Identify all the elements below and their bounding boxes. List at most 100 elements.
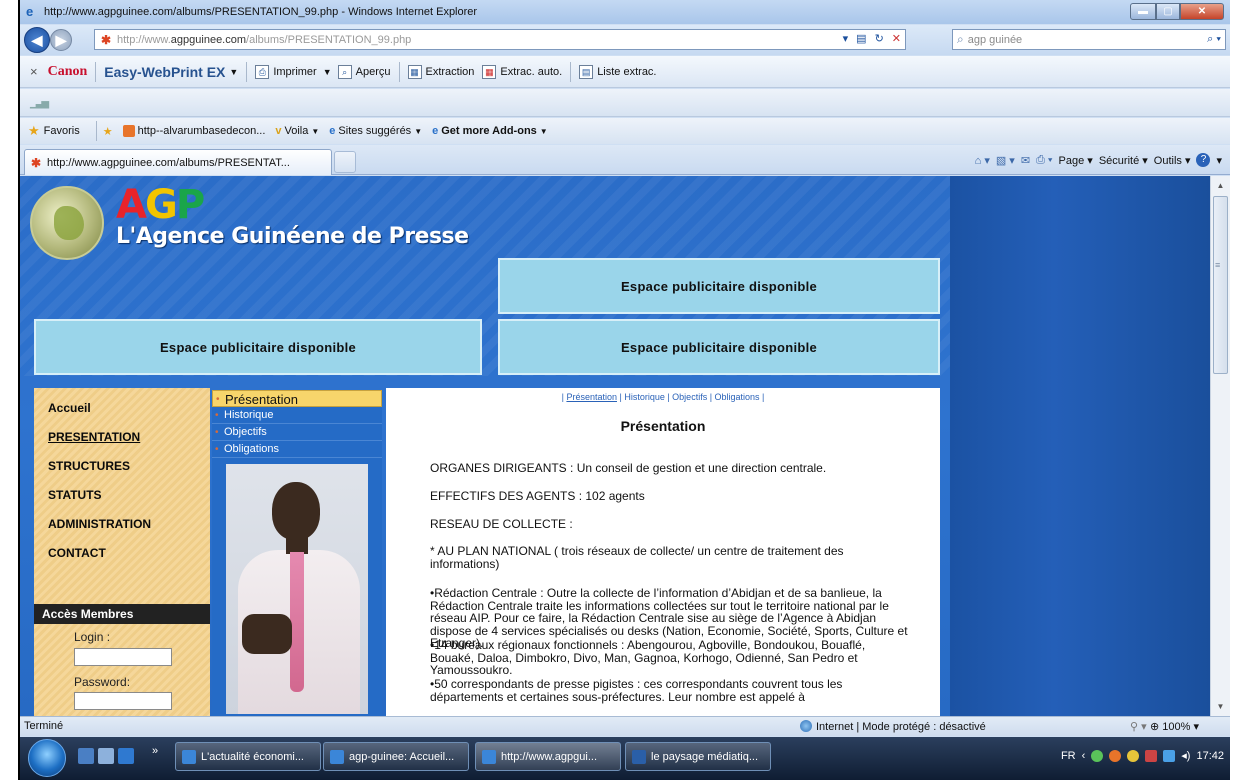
- login-input[interactable]: [74, 648, 172, 666]
- liste-extrac-button[interactable]: ▤ Liste extrac.: [579, 64, 657, 79]
- bullet-icon: •: [215, 444, 219, 455]
- show-desktop-icon[interactable]: [78, 748, 94, 764]
- menu-item-contact[interactable]: CONTACT: [34, 539, 210, 568]
- breadcrumb-links[interactable]: | Historique | Objectifs | Obligations |: [617, 392, 764, 402]
- search-icon[interactable]: ⌕ ▾: [1207, 33, 1221, 46]
- close-button[interactable]: ✕: [1180, 3, 1224, 20]
- logo-letter-g: G: [144, 182, 178, 228]
- help-icon[interactable]: ?: [1196, 153, 1211, 167]
- title-bar: e http://www.agpguinee.com/albums/PRESEN…: [20, 0, 1230, 24]
- logo-letter-p: P: [175, 182, 205, 228]
- imprimer-button[interactable]: ⎙ Imprimer: [255, 64, 317, 79]
- page-icon: [122, 125, 135, 137]
- vertical-scrollbar[interactable]: ▲ ≡ ▼: [1210, 176, 1230, 716]
- maximize-button[interactable]: ▢: [1156, 3, 1180, 20]
- logo-letter-a: A: [116, 182, 147, 228]
- scroll-up-arrow-icon[interactable]: ▲: [1213, 178, 1228, 193]
- menu-item-administration[interactable]: ADMINISTRATION: [34, 510, 210, 539]
- scroll-down-arrow-icon[interactable]: ▼: [1213, 699, 1228, 714]
- taskbar-button-3[interactable]: http://www.agpgui...: [475, 742, 621, 771]
- ad-banner-left[interactable]: Espace publicitaire disponible: [34, 319, 482, 375]
- add-favorite-icon[interactable]: ★: [103, 125, 113, 138]
- forward-button[interactable]: ▶: [50, 29, 72, 51]
- new-tab-button[interactable]: [334, 151, 356, 173]
- separator: [246, 61, 248, 82]
- favorite-item-1[interactable]: http--alvarumbasedecon...: [122, 125, 265, 137]
- scroll-thumb[interactable]: [1213, 196, 1228, 374]
- chevron-down-icon[interactable]: ▼: [323, 67, 332, 77]
- search-input[interactable]: [967, 33, 1188, 46]
- taskbar-button-2[interactable]: agp-guinee: Accueil...: [323, 742, 469, 771]
- ad-banner-right[interactable]: Espace publicitaire disponible: [498, 319, 940, 375]
- taskbar-button-4[interactable]: le paysage médiatiq...: [625, 742, 771, 771]
- favorite-item-sites[interactable]: e Sites suggérés ▼: [329, 125, 422, 137]
- sub-menu: • Présentation • Historique • Objectifs • Ob…: [212, 390, 382, 716]
- volume-icon[interactable]: ◂): [1181, 749, 1190, 762]
- tray-app-icon[interactable]: [1127, 749, 1140, 762]
- favorites-button[interactable]: Favoris: [44, 125, 80, 137]
- chevron-down-icon[interactable]: ▼: [229, 67, 238, 77]
- favorite-item-voila[interactable]: v Voila ▼: [275, 125, 319, 137]
- login-label: Login :: [74, 630, 111, 644]
- submenu-presentation[interactable]: • Présentation: [212, 390, 382, 407]
- back-button[interactable]: ◀: [24, 27, 50, 53]
- outils-menu[interactable]: Outils ▾: [1154, 154, 1191, 167]
- print-icon[interactable]: ⎙ ▾: [1036, 154, 1052, 167]
- dropdown-arrow-icon[interactable]: ▾: [843, 32, 849, 45]
- security-zone[interactable]: Internet | Mode protégé : désactivé: [800, 720, 986, 733]
- tray-app-icon[interactable]: [1109, 749, 1122, 762]
- extraction-button[interactable]: ▦ Extraction: [407, 64, 474, 79]
- securite-menu[interactable]: Sécurité ▾: [1099, 154, 1148, 167]
- submenu-historique[interactable]: • Historique: [212, 407, 382, 424]
- ad-banner-top[interactable]: Espace publicitaire disponible: [498, 258, 940, 314]
- chevron-down-icon[interactable]: ▾: [1216, 154, 1222, 167]
- tray-app-icon[interactable]: [1091, 749, 1104, 762]
- minimize-button[interactable]: ▬: [1130, 3, 1156, 20]
- menu-item-statuts[interactable]: STATUTS: [34, 481, 210, 510]
- chevron-left-icon[interactable]: ‹: [1082, 750, 1086, 762]
- internet-globe-icon: [800, 720, 812, 732]
- menu-item-presentation[interactable]: PRESENTATION: [34, 423, 210, 452]
- apercu-button[interactable]: ⌕ Aperçu: [337, 64, 391, 79]
- zoom-control[interactable]: ⊕ 100% ▾: [1150, 720, 1199, 733]
- submenu-obligations[interactable]: • Obligations: [212, 441, 382, 458]
- menu-item-accueil[interactable]: Accueil: [34, 394, 210, 423]
- taskbar-button-label: L'actualité économi...: [201, 750, 304, 763]
- submenu-objectifs[interactable]: • Objectifs: [212, 424, 382, 441]
- network-icon[interactable]: [1163, 749, 1176, 762]
- site-favicon: ✱: [30, 155, 42, 170]
- taskbar-button-label: http://www.agpgui...: [501, 750, 597, 763]
- extrac-auto-button[interactable]: ▦ Extrac. auto.: [482, 64, 562, 79]
- address-bar[interactable]: ✱ http://www.agpguinee.com/albums/PRESEN…: [94, 29, 906, 50]
- separator: [398, 61, 400, 82]
- taskbar-button-1[interactable]: L'actualité économi...: [175, 742, 321, 771]
- favorite-item-addons[interactable]: e Get more Add-ons ▼: [432, 125, 548, 137]
- refresh-icon[interactable]: ↻: [875, 32, 884, 45]
- paragraph-organes: ORGANES DIRIGEANTS : Un conseil de gesti…: [430, 461, 827, 475]
- agp-logo[interactable]: AGP: [116, 182, 205, 228]
- easy-webprint-menu[interactable]: Easy-WebPrint EX: [104, 64, 225, 80]
- stop-icon[interactable]: ✕: [892, 32, 901, 45]
- tab-active[interactable]: ✱ http://www.agpguinee.com/albums/PRESEN…: [24, 149, 332, 175]
- chevron-right-icon[interactable]: »: [152, 745, 158, 757]
- password-input[interactable]: [74, 692, 172, 710]
- address-text[interactable]: http://www.agpguinee.com/albums/PRESENTA…: [117, 34, 411, 46]
- protected-mode-icon[interactable]: ⚲ ▾: [1130, 720, 1147, 733]
- page-menu[interactable]: Page ▾: [1059, 154, 1093, 167]
- home-icon[interactable]: ⌂ ▾: [975, 154, 990, 167]
- ie-quicklaunch-icon[interactable]: [118, 748, 134, 764]
- start-button[interactable]: [28, 739, 66, 777]
- compat-view-icon[interactable]: ▤: [856, 32, 866, 45]
- switch-windows-icon[interactable]: [98, 748, 114, 764]
- tray-app-icon[interactable]: [1145, 749, 1158, 762]
- mail-icon[interactable]: ✉: [1021, 154, 1030, 167]
- language-indicator[interactable]: FR: [1061, 750, 1076, 762]
- feeds-icon[interactable]: ▧ ▾: [996, 154, 1015, 167]
- close-toolbar-icon[interactable]: ×: [30, 64, 38, 79]
- menu-item-structures[interactable]: STRUCTURES: [34, 452, 210, 481]
- favorites-star-icon[interactable]: ★: [28, 123, 40, 139]
- breadcrumb-presentation-link[interactable]: Présentation: [566, 392, 617, 402]
- tab-bar: ✱ http://www.agpguinee.com/albums/PRESEN…: [20, 145, 1230, 175]
- clock[interactable]: 17:42: [1196, 750, 1224, 762]
- search-box[interactable]: ⌕ ⌕ ▾: [952, 29, 1226, 50]
